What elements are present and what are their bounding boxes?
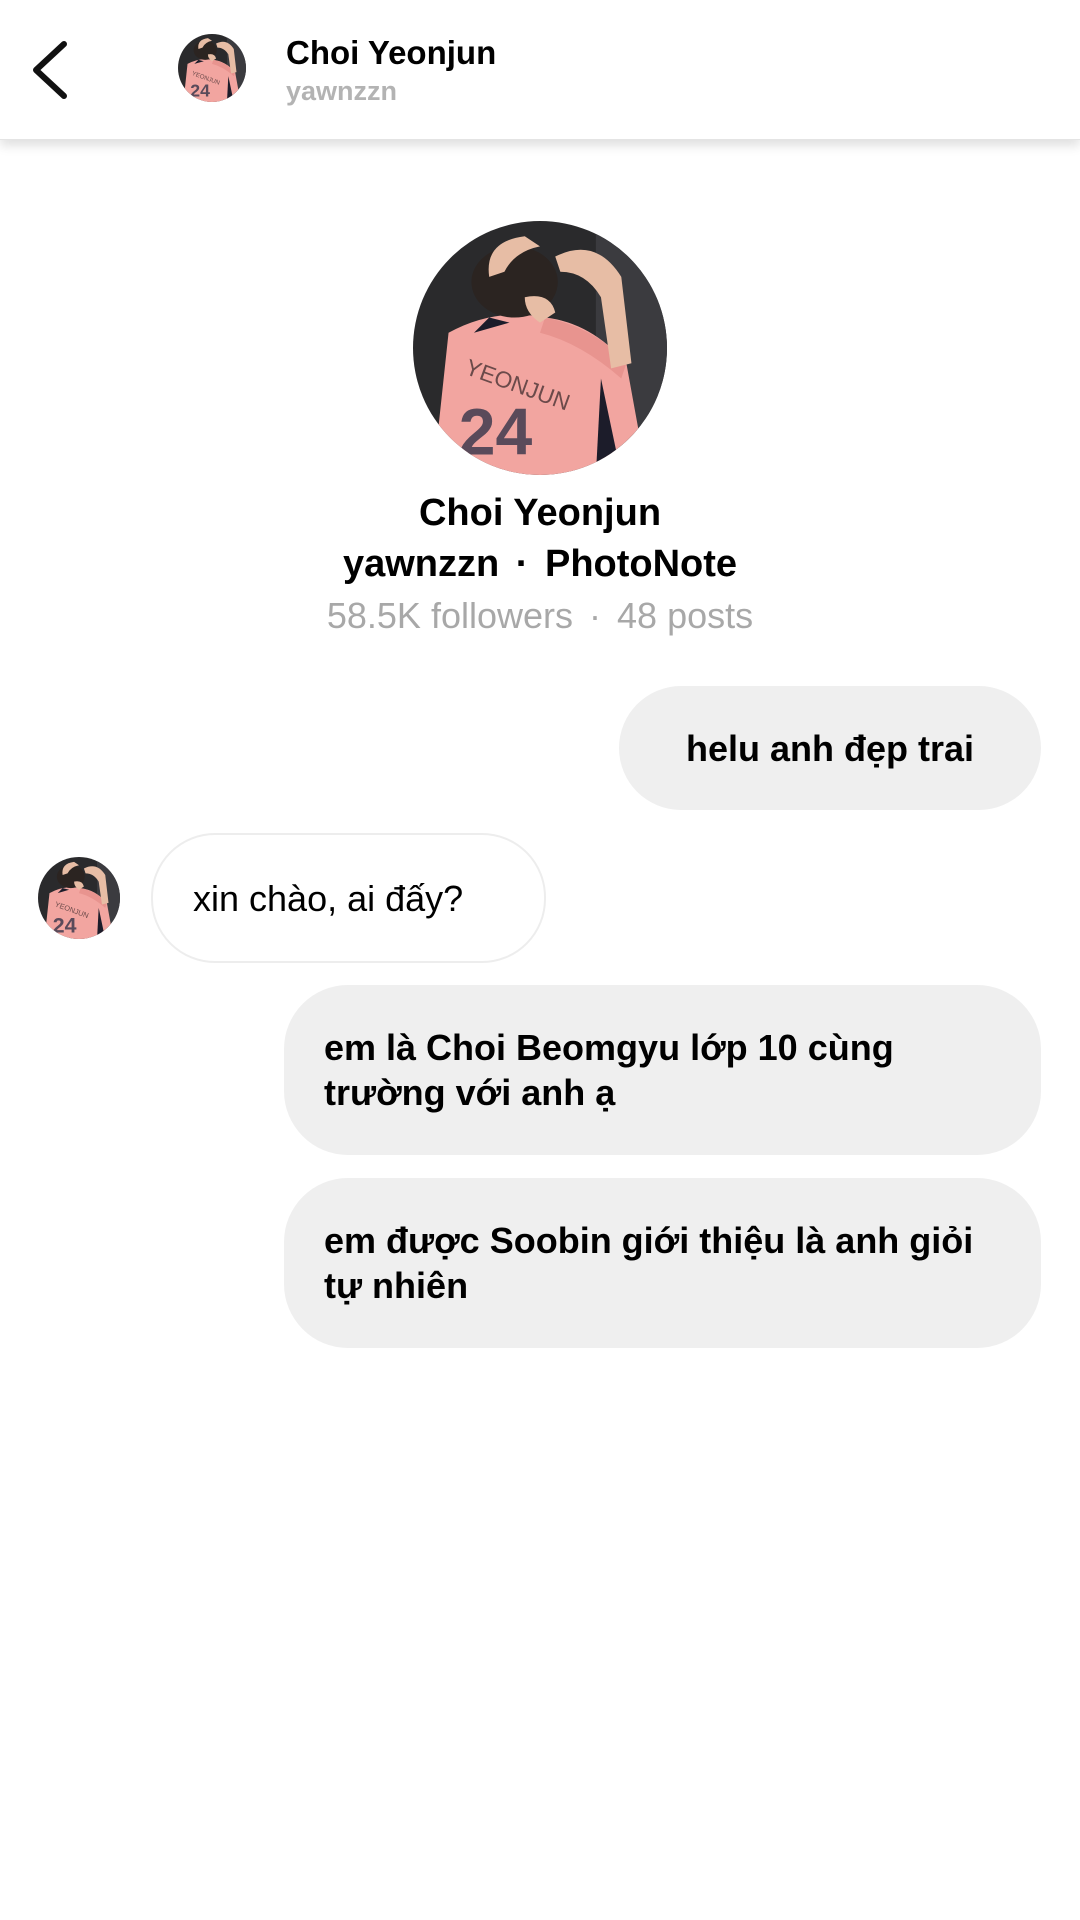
chevron-left-icon	[33, 41, 67, 99]
separator: ·	[515, 543, 529, 585]
back-button[interactable]	[22, 30, 82, 110]
chat-header: Choi Yeonjun yawnzzn	[0, 0, 1080, 140]
profile-subtitle: yawnzzn · PhotoNote	[0, 543, 1080, 586]
sender-avatar[interactable]	[38, 857, 120, 939]
followers-count: 58.5K followers	[326, 595, 573, 636]
header-avatar[interactable]	[178, 34, 246, 102]
posts-count: 48 posts	[617, 595, 754, 636]
message-text: em được Soobin giới thiệu là anh giỏi tự…	[324, 1220, 974, 1306]
separator: ·	[589, 595, 602, 636]
outgoing-message[interactable]: helu anh đẹp trai	[619, 686, 1041, 810]
outgoing-message[interactable]: em được Soobin giới thiệu là anh giỏi tự…	[284, 1178, 1041, 1348]
profile-name: Choi Yeonjun	[418, 492, 662, 534]
header-display-name[interactable]: Choi Yeonjun	[286, 34, 496, 72]
message-text: em là Choi Beomgyu lớp 10 cùng trường vớ…	[324, 1027, 894, 1113]
profile-username: yawnzzn	[342, 543, 500, 585]
profile-avatar[interactable]	[413, 221, 667, 475]
profile-app: PhotoNote	[544, 543, 738, 585]
message-text: helu anh đẹp trai	[685, 727, 975, 769]
header-username: yawnzzn	[286, 76, 398, 106]
message-text: xin chào, ai đấy?	[193, 877, 464, 919]
outgoing-message[interactable]: em là Choi Beomgyu lớp 10 cùng trường vớ…	[284, 985, 1041, 1155]
profile-stats: 58.5K followers · 48 posts	[0, 595, 1080, 637]
incoming-message[interactable]: xin chào, ai đấy?	[151, 833, 546, 963]
